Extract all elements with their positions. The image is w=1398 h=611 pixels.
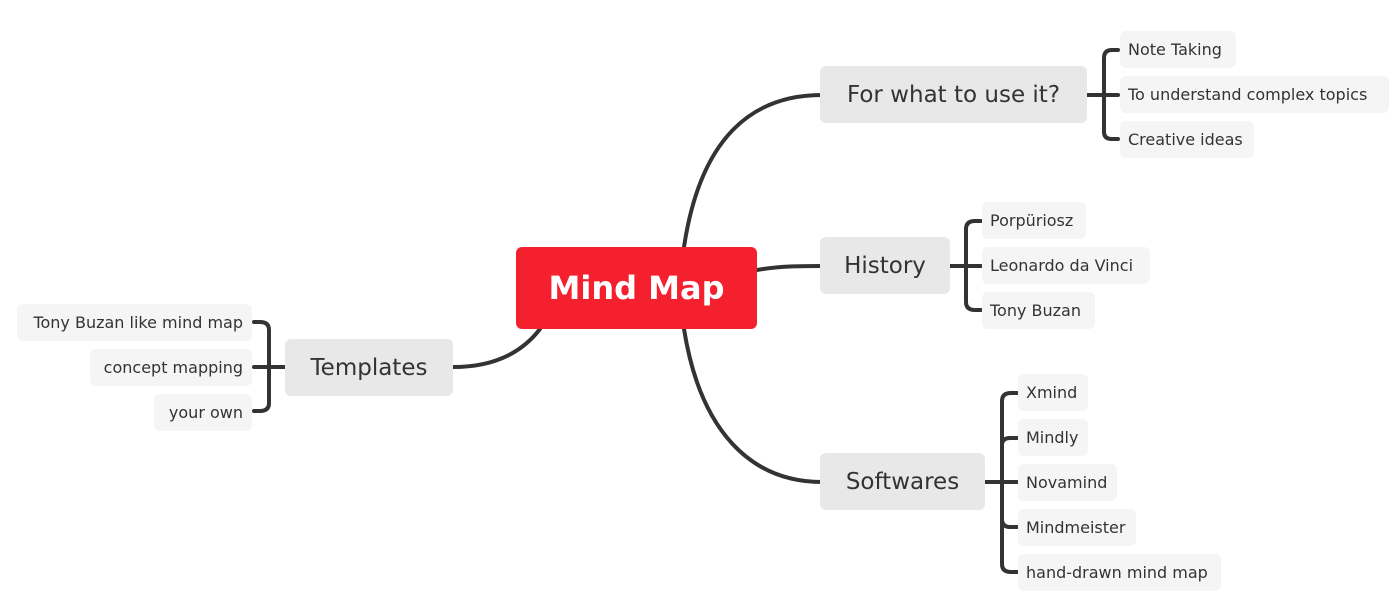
subtopic-label: To understand complex topics: [1128, 85, 1368, 104]
subtopic-hand-drawn-mind-map[interactable]: hand-drawn mind map: [1018, 554, 1221, 591]
link-central-softwares: [682, 327, 824, 484]
subtopic-tony-buzan[interactable]: Tony Buzan: [982, 292, 1095, 329]
bracket-history: [948, 219, 983, 312]
bracket-templates: [252, 320, 288, 413]
subtopic-xmind[interactable]: Xmind: [1018, 374, 1088, 411]
subtopic-note-taking[interactable]: Note Taking: [1120, 31, 1236, 68]
subtopic-porpuriosz[interactable]: Porpüriosz: [982, 202, 1086, 239]
subtopic-label: Creative ideas: [1128, 130, 1243, 149]
subtopic-mindly[interactable]: Mindly: [1018, 419, 1088, 456]
topic-label: Templates: [310, 354, 428, 381]
subtopic-mindmeister[interactable]: Mindmeister: [1018, 509, 1136, 546]
topic-templates[interactable]: Templates: [285, 339, 453, 396]
subtopic-label: Mindly: [1026, 428, 1079, 447]
subtopic-label: Novamind: [1026, 473, 1108, 492]
central-topic[interactable]: Mind Map: [516, 247, 757, 329]
topic-for-what-to-use-it[interactable]: For what to use it?: [820, 66, 1087, 123]
subtopic-label: Tony Buzan: [990, 301, 1081, 320]
subtopic-your-own[interactable]: your own: [154, 394, 252, 431]
link-central-for-what: [682, 93, 824, 249]
link-central-templates: [451, 327, 542, 369]
subtopic-label: Leonardo da Vinci: [990, 256, 1134, 275]
subtopic-label: Xmind: [1026, 383, 1078, 402]
subtopic-label: Mindmeister: [1026, 518, 1126, 537]
subtopic-label: your own: [168, 403, 243, 422]
topic-label: Softwares: [845, 468, 960, 495]
topic-label: History: [844, 252, 926, 279]
subtopic-creative-ideas[interactable]: Creative ideas: [1120, 121, 1254, 158]
central-topic-label: Mind Map: [548, 269, 725, 307]
link-central-history: [755, 264, 824, 272]
subtopic-label: Tony Buzan like mind map: [33, 313, 243, 332]
subtopic-tony-buzan-like-mind-map[interactable]: Tony Buzan like mind map: [17, 304, 252, 341]
bracket-softwares: [983, 391, 1019, 574]
topic-label: For what to use it?: [846, 81, 1061, 108]
subtopic-label: Porpüriosz: [990, 211, 1074, 230]
topic-history[interactable]: History: [820, 237, 950, 294]
subtopic-concept-mapping[interactable]: concept mapping: [90, 349, 252, 386]
subtopic-label: Note Taking: [1128, 40, 1222, 59]
topic-softwares[interactable]: Softwares: [820, 453, 985, 510]
subtopic-leonardo-da-vinci[interactable]: Leonardo da Vinci: [982, 247, 1150, 284]
bracket-for-what: [1085, 48, 1120, 141]
subtopic-label: hand-drawn mind map: [1026, 563, 1208, 582]
subtopic-understand-complex-topics[interactable]: To understand complex topics: [1120, 76, 1389, 113]
subtopic-novamind[interactable]: Novamind: [1018, 464, 1117, 501]
subtopic-label: concept mapping: [103, 358, 243, 377]
